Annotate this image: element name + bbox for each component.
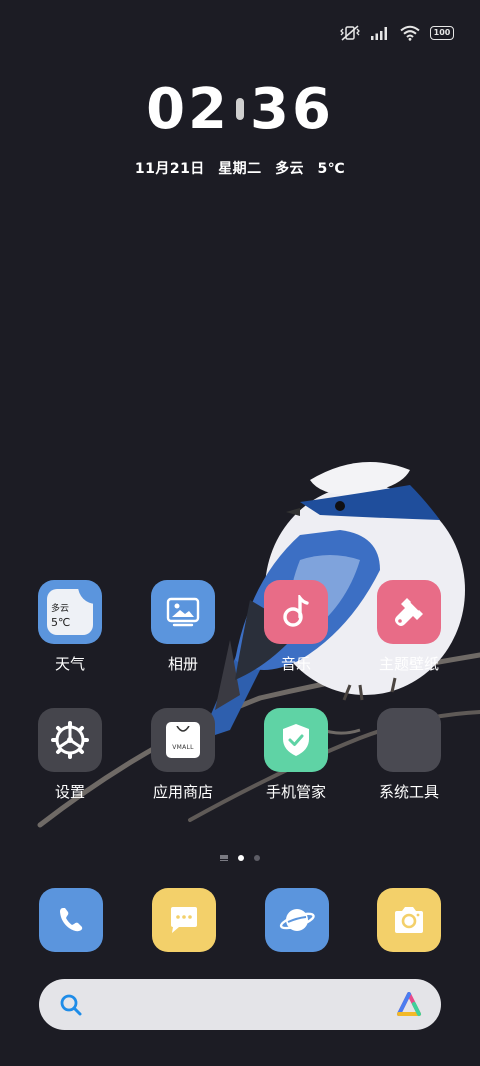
app-label: 相册 xyxy=(167,655,198,673)
paintbrush-icon xyxy=(377,580,441,644)
messages-icon xyxy=(171,907,197,933)
clock-minutes: 36 xyxy=(250,77,334,142)
weekday-text: 星期二 xyxy=(218,161,262,177)
page-indicator[interactable] xyxy=(0,855,480,861)
wifi-icon xyxy=(400,25,420,41)
store-text: VMALL xyxy=(172,744,194,751)
app-label: 天气 xyxy=(54,655,85,673)
status-bar: 100 xyxy=(340,22,454,44)
page-dot-active xyxy=(238,855,244,861)
page-indicator-list-icon xyxy=(220,855,228,861)
assistant-logo-icon[interactable] xyxy=(395,991,423,1018)
app-music[interactable]: 音乐 xyxy=(246,580,346,674)
dock-messages[interactable] xyxy=(152,888,216,952)
app-phone-manager[interactable]: 手机管家 xyxy=(246,708,346,802)
app-label: 应用商店 xyxy=(152,783,213,801)
browser-icon xyxy=(279,909,315,931)
gallery-icon xyxy=(151,580,215,644)
weather-icon-temp: 5℃ xyxy=(51,616,71,629)
weather-icon-condition: 多云 xyxy=(51,604,70,614)
app-settings[interactable]: 设置 xyxy=(20,708,120,802)
phone-icon xyxy=(60,908,83,932)
clock[interactable]: 02 36 xyxy=(0,78,480,142)
dock-browser[interactable] xyxy=(265,888,329,952)
mute-vibrate-icon xyxy=(340,25,360,41)
dock-camera[interactable] xyxy=(377,888,441,952)
app-label: 主题壁纸 xyxy=(378,655,439,673)
date-text: 11月21日 xyxy=(134,161,205,177)
shield-check-icon xyxy=(264,708,328,772)
appstore-bag-icon: VMALL xyxy=(151,708,215,772)
search-icon xyxy=(60,994,82,1015)
app-label: 音乐 xyxy=(280,655,311,673)
home-screen: 100 02 36 11月21日 星期二 多云 5℃ 多云 5℃ 天气 相册 音… xyxy=(0,0,480,1066)
app-themes[interactable]: 主题壁纸 xyxy=(359,580,459,674)
camera-icon xyxy=(395,907,423,933)
app-label: 设置 xyxy=(54,783,85,801)
app-system-tools[interactable]: 系统工具 xyxy=(359,708,459,802)
search-bar[interactable] xyxy=(39,979,441,1030)
date-weather-line[interactable]: 11月21日 星期二 多云 5℃ xyxy=(0,158,480,178)
page-dot xyxy=(254,855,260,861)
dock-phone[interactable] xyxy=(39,888,103,952)
weather-text: 多云 xyxy=(275,161,305,177)
temperature-text: 5℃ xyxy=(317,161,346,177)
app-gallery[interactable]: 相册 xyxy=(133,580,233,674)
app-label: 系统工具 xyxy=(378,783,439,801)
app-weather[interactable]: 多云 5℃ 天气 xyxy=(20,580,120,674)
weather-widget-icon: 多云 5℃ xyxy=(38,580,102,644)
app-label: 手机管家 xyxy=(265,783,326,801)
battery-indicator: 100 xyxy=(430,26,454,40)
bag-shape: VMALL xyxy=(166,722,200,758)
clock-hours: 02 xyxy=(146,77,230,142)
signal-icon xyxy=(371,27,387,40)
app-appstore[interactable]: VMALL 应用商店 xyxy=(133,708,233,802)
music-icon xyxy=(264,580,328,644)
folder-icon xyxy=(377,708,441,772)
settings-gear-icon xyxy=(38,708,102,772)
clock-separator xyxy=(236,97,244,120)
